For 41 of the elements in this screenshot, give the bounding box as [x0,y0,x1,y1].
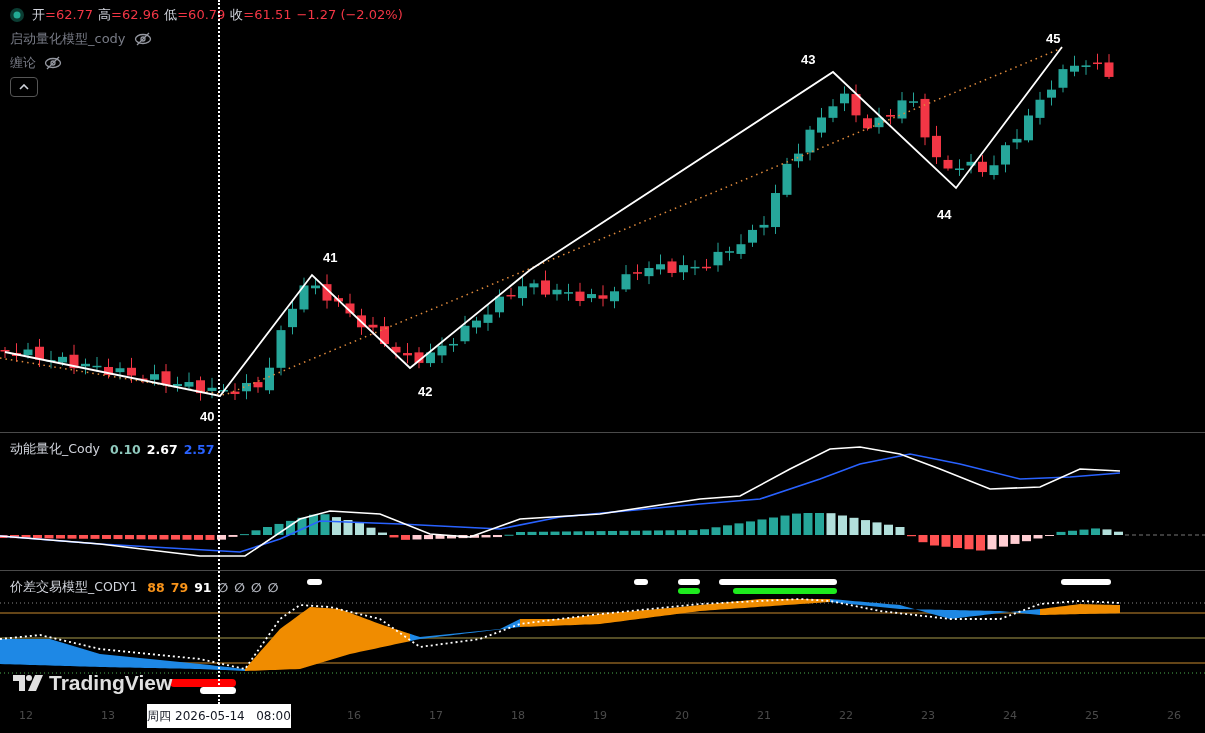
time-axis-label: 22 [839,709,853,723]
wave-label: 42 [418,384,433,399]
wave-label: 41 [323,250,338,265]
indicator-value: 79 [170,580,189,596]
indicator-value: ∅ [267,580,279,596]
indicator-name: 缠论 [10,54,36,72]
wave-label: 45 [1046,31,1061,46]
wave-label: 43 [801,52,816,67]
time-axis-label: 23 [921,709,935,723]
time-axis-label: 21 [757,709,771,723]
time-axis-label: 24 [1003,709,1017,723]
eye-off-icon[interactable] [133,32,152,46]
ohlc-values: 开=62.77 高=62.96 低=60.79 收=61.51 −1.27 (−2.02%) [32,6,403,24]
time-axis-label: 25 [1085,709,1099,723]
indicator-title: 动能量化_Cody [10,441,100,459]
time-axis-label: 13 [101,709,115,723]
time-axis-label: 20 [675,709,689,723]
indicator-value: ∅ [251,580,262,596]
symbol-status-icon [10,8,24,22]
eye-off-icon[interactable] [44,56,62,70]
indicator-value: ∅ [234,580,245,596]
time-axis-label: 16 [347,709,361,723]
time-axis-label: 12 [19,709,33,723]
time-axis-label: 18 [511,709,525,723]
time-axis-label: 19 [593,709,607,723]
indicator-value: 2.57 [183,442,215,458]
collapse-button[interactable] [10,77,38,97]
time-axis-label: 17 [429,709,443,723]
indicator-value: 0.10 [109,442,141,458]
wave-label: 44 [937,207,952,222]
time-axis-label: 26 [1167,709,1181,723]
logo-icon [13,675,43,692]
indicator-name: 启动量化模型_cody [10,30,126,48]
wave-label: 40 [200,409,215,424]
crosshair-time-label: 周四 2026-05-14 08:00 [147,704,291,729]
indicator-title: 价差交易模型_CODY1 [10,579,138,597]
logo-text: TradingView [49,671,173,696]
indicator-value: 2.67 [146,442,178,458]
indicator-value: 91 [194,580,212,596]
caret-up-icon [19,84,29,90]
indicator-value: 88 [147,580,165,596]
